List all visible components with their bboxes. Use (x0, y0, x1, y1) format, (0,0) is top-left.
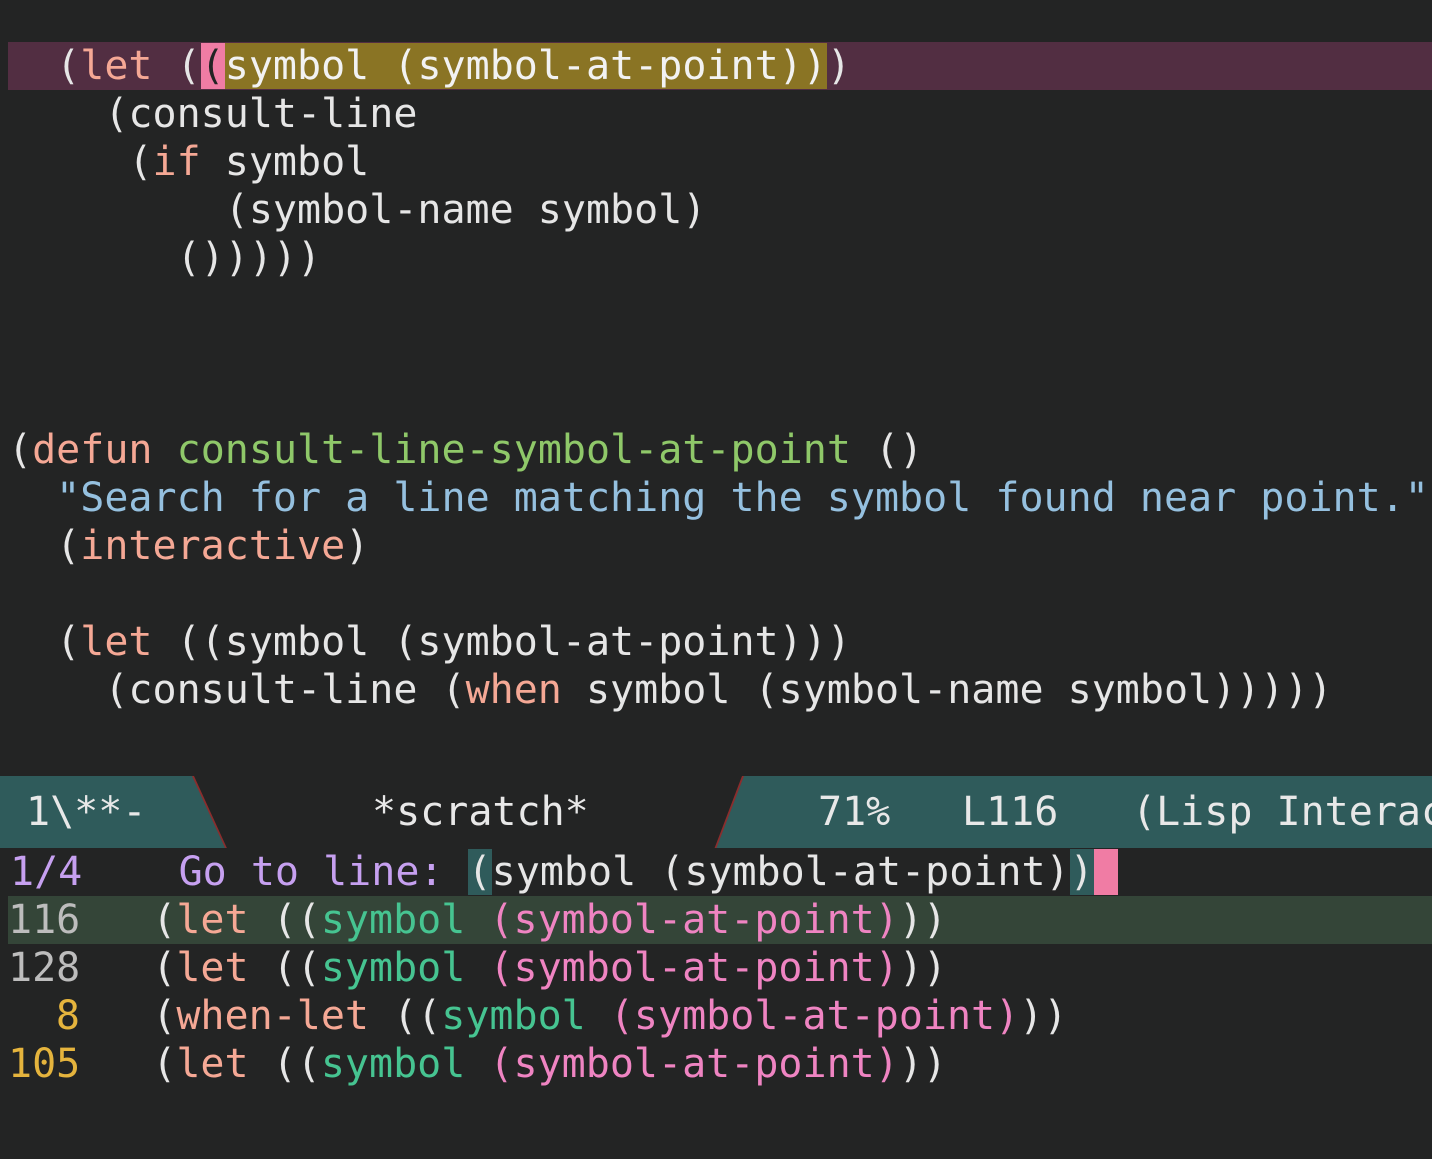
candidate-line-number: 8 (55, 993, 80, 1039)
search-input[interactable]: symbol (symbol-at-point) (492, 849, 1070, 895)
code-line[interactable]: ())))) (8, 234, 1432, 282)
code-line[interactable]: (consult-line (8, 90, 1432, 138)
candidate-row-selected[interactable]: 116 (let ((symbol (symbol-at-point))) (8, 896, 1432, 944)
matching-paren: ( (200, 43, 225, 89)
buffer-state[interactable]: 1\**- (26, 776, 146, 848)
keyword-let: let (80, 619, 153, 665)
code-line[interactable]: (let ((symbol (symbol-at-point))) (8, 618, 1432, 666)
code-line[interactable]: (interactive) (8, 522, 1432, 570)
search-match: symbol (224, 43, 370, 89)
search-match: (symbol-at-point) (393, 43, 803, 89)
code-line[interactable]: (consult-line (when symbol (symbol-name … (8, 666, 1432, 714)
text-cursor (1093, 849, 1118, 895)
keyword-interactive: interactive (80, 523, 346, 569)
search-match: ) (802, 43, 827, 89)
function-name: consult-line-symbol-at-point (176, 427, 851, 473)
search-match (369, 43, 394, 89)
candidate-line-number: 116 (8, 897, 81, 943)
keyword-when: when (465, 667, 562, 713)
code-line[interactable]: (defun consult-line-symbol-at-point () (8, 426, 1432, 474)
candidate-line-number: 128 (8, 945, 81, 991)
buffer-name[interactable]: *scratch* (372, 776, 589, 848)
minibuffer-prompt-line[interactable]: 1/4 Go to line: (symbol (symbol-at-point… (10, 848, 1432, 896)
candidate-row[interactable]: 105 (let ((symbol (symbol-at-point))) (8, 1040, 1432, 1088)
candidate-line-number: 105 (8, 1041, 81, 1087)
input-paren-open[interactable]: ( (467, 849, 492, 895)
keyword-let: let (80, 43, 153, 89)
keyword-defun: defun (32, 427, 153, 473)
major-mode[interactable]: (Lisp Interac (1132, 776, 1432, 848)
code-line-current[interactable]: (let ((symbol (symbol-at-point))) (8, 42, 1432, 90)
code-line[interactable]: (symbol-name symbol) (8, 186, 1432, 234)
docstring: "Search for a line matching the symbol f… (56, 475, 1429, 521)
input-paren-close[interactable]: ) (1069, 849, 1094, 895)
mode-line[interactable]: 1\**- *scratch* 71% L116 (Lisp Interac (0, 776, 1432, 848)
buffer-position-percent: 71% (818, 789, 891, 835)
candidate-row[interactable]: 128 (let ((symbol (symbol-at-point))) (8, 944, 1432, 992)
code-line[interactable]: "Search for a line matching the symbol f… (8, 474, 1432, 522)
candidate-count: 1/4 (10, 849, 83, 895)
keyword-if: if (152, 139, 201, 185)
line-number-indicator: L116 (962, 789, 1059, 835)
candidate-row[interactable]: 8 (when-let ((symbol (symbol-at-point))) (8, 992, 1432, 1040)
code-line[interactable]: (if symbol (8, 138, 1432, 186)
prompt-label: Go to line: (178, 849, 468, 895)
